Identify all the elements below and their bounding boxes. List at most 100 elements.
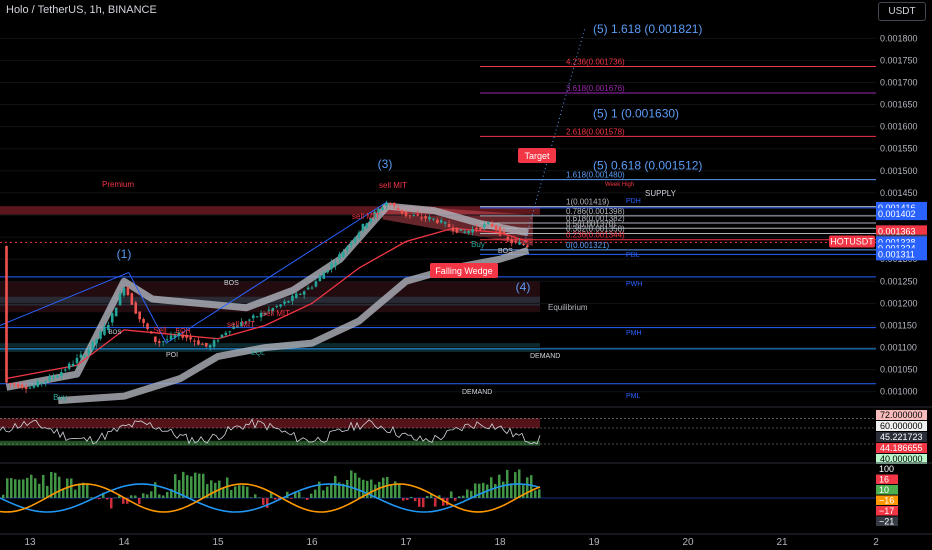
candle-body [408, 215, 412, 217]
candle-body [318, 276, 322, 282]
candle-body [334, 262, 337, 266]
momentum-badge: −16 [879, 496, 894, 506]
candle-body [173, 335, 177, 338]
momentum-bar [378, 481, 381, 498]
momentum-bar [130, 495, 133, 498]
wave-label-1: (1) [117, 247, 132, 261]
price-tick-label: 0.001800 [880, 33, 918, 43]
momentum-bar [334, 475, 337, 498]
candle-body [228, 331, 232, 333]
momentum-bar [426, 495, 429, 498]
fib-label: 2.618(0.001578) [566, 127, 625, 136]
price-badge: 0.001402 [878, 209, 916, 219]
price-tick-label: 0.001000 [880, 387, 918, 397]
candle-body [146, 323, 149, 330]
candle-body [432, 218, 435, 220]
candle-body [357, 232, 361, 238]
wave-target-label: (5) 1.618 (0.001821) [593, 22, 702, 36]
candle-body [400, 209, 404, 214]
candle-body [67, 363, 71, 369]
rsi-badge: 72.000000 [880, 410, 923, 420]
candle-body [71, 363, 75, 367]
price-tick-label: 0.001550 [880, 144, 918, 154]
wave-target-label: (5) 1 (0.001630) [593, 106, 679, 120]
price-tick-label: 0.001500 [880, 166, 918, 176]
time-tick-label: 21 [776, 537, 788, 548]
wave-target-label: (5) 0.618 (0.001512) [593, 159, 702, 173]
candle-body [126, 287, 130, 296]
momentum-bar [494, 484, 497, 498]
momentum-bar [414, 498, 417, 502]
momentum-bar [202, 473, 205, 498]
candle-body [490, 223, 494, 227]
candle-body [424, 216, 427, 219]
momentum-bar [346, 479, 349, 498]
rsi-badge: 44.186655 [880, 443, 923, 453]
candle-body [197, 340, 200, 345]
momentum-bar [482, 482, 485, 498]
momentum-bar [138, 498, 141, 504]
momentum-bar [530, 475, 533, 498]
candle-body [28, 387, 32, 389]
candle-body [255, 316, 259, 318]
candle-body [342, 251, 345, 258]
time-tick-label: 16 [306, 537, 318, 548]
candle-body [142, 319, 145, 324]
momentum-bar [234, 486, 237, 498]
momentum-bar [42, 474, 45, 498]
momentum-bar [146, 494, 149, 498]
candle-body [298, 293, 302, 295]
candle-body [392, 202, 396, 206]
sell-signal: sell MIT [227, 320, 255, 329]
candle-body [412, 215, 416, 217]
bos-label: BOS [224, 280, 239, 287]
momentum-bar [390, 485, 393, 498]
candle-body [161, 341, 165, 343]
momentum-bar [58, 476, 61, 498]
fib-label: 4.236(0.001736) [566, 58, 625, 67]
price-tick-label: 0.001100 [880, 343, 917, 353]
price-tick-label: 0.001700 [880, 77, 918, 87]
candle-body [216, 340, 220, 342]
price-tick-label: 0.001250 [880, 276, 918, 286]
momentum-bar [306, 498, 309, 500]
momentum-bar [406, 498, 409, 501]
candle-body [455, 227, 459, 233]
candle-body [193, 340, 196, 342]
momentum-bar [82, 482, 85, 498]
candle-body [103, 326, 106, 335]
momentum-bar [198, 473, 201, 498]
buy-signal: Buy [53, 393, 67, 402]
momentum-badge: 10 [879, 485, 889, 495]
candle-body [24, 386, 28, 389]
momentum-bar [38, 483, 41, 498]
candle-body [420, 217, 423, 219]
momentum-bar [310, 493, 313, 498]
momentum-bar [6, 478, 9, 498]
candle-body [87, 349, 91, 355]
candle-body [20, 384, 24, 388]
symbol-badge: HOTUSDT [830, 237, 874, 247]
fib-label: 3.618(0.001676) [566, 84, 625, 93]
momentum-bar [510, 483, 513, 498]
momentum-bar [158, 494, 161, 498]
candle-body [416, 214, 420, 216]
target-callout: Target [524, 151, 550, 161]
time-tick-label: 14 [118, 537, 130, 548]
sell-signal: sell MIT [352, 212, 380, 221]
bos-small-label: BOS [109, 330, 122, 336]
momentum-bar [10, 478, 13, 498]
momentum-bar [194, 472, 197, 498]
chart-canvas[interactable]: 4.236(0.001736) 3.618(0.001676) 2.618(0.00… [0, 0, 932, 550]
candle-body [330, 263, 333, 269]
momentum-bar [238, 485, 241, 498]
candle-body [389, 203, 392, 205]
candle-body [314, 281, 318, 287]
candle-body [295, 293, 298, 299]
candle-body [60, 372, 63, 377]
candle-body [526, 245, 529, 248]
candle-body [5, 245, 8, 383]
momentum-bar [290, 498, 293, 499]
momentum-bar [386, 476, 389, 498]
candle-body [52, 376, 55, 378]
